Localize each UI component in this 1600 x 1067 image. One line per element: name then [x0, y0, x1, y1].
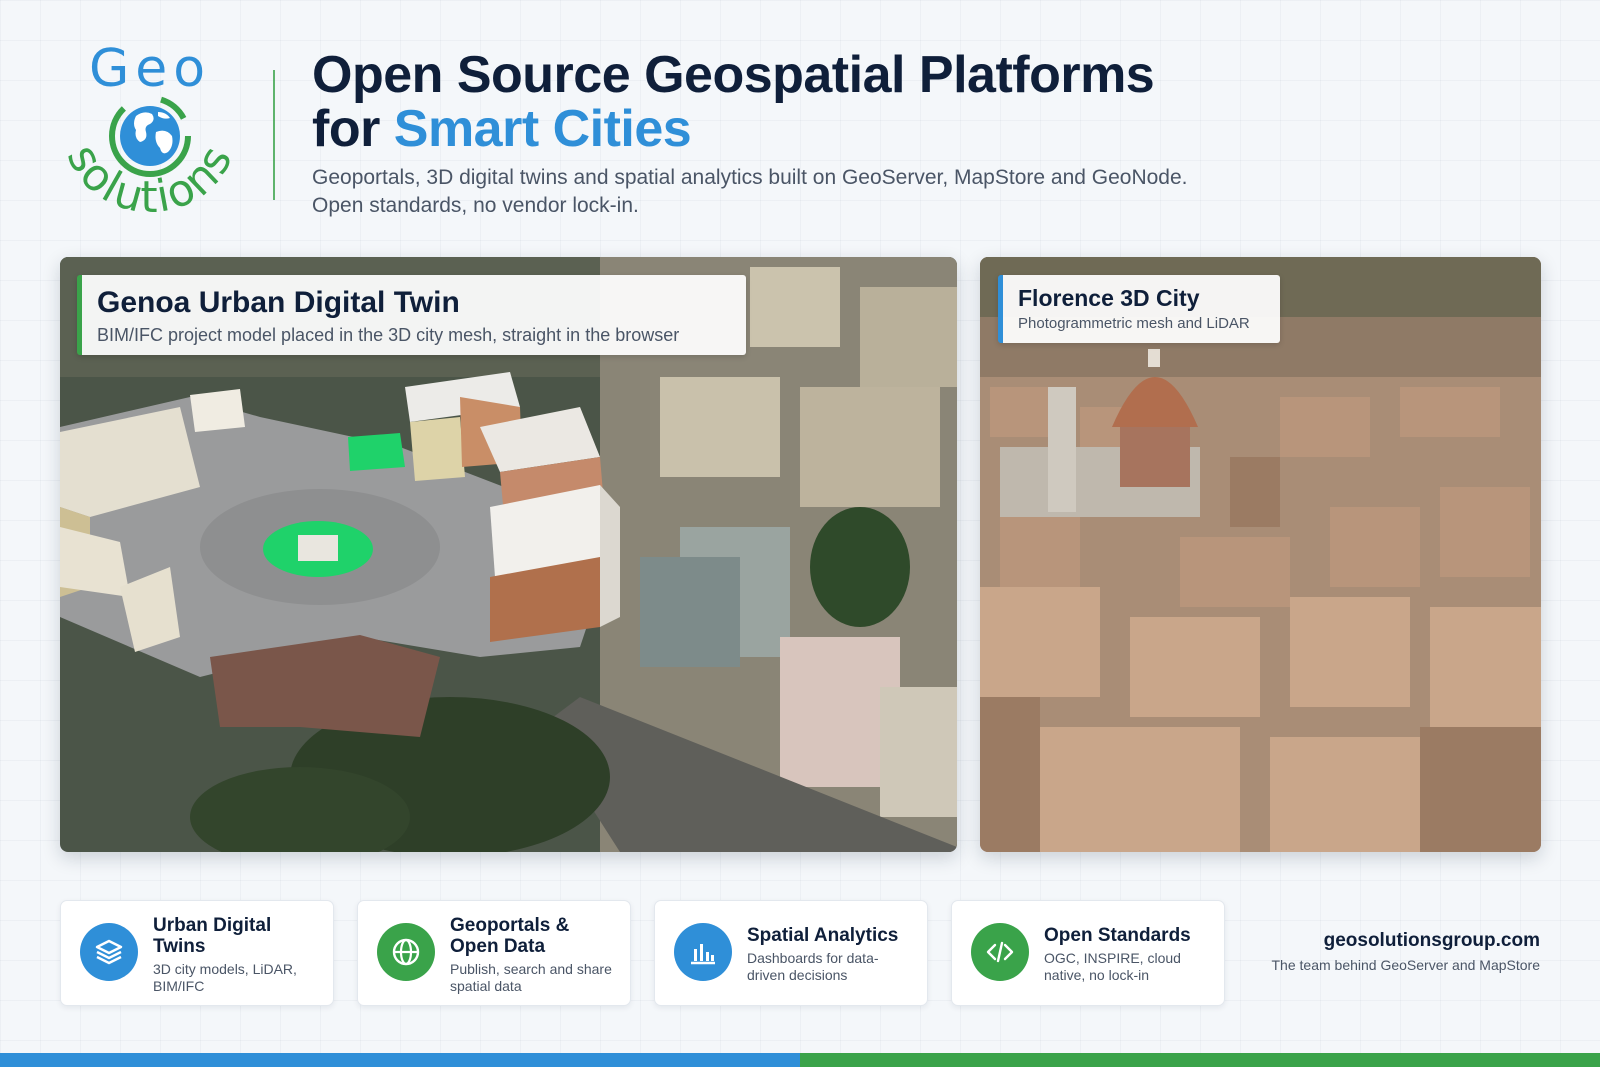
geosolutions-logo: Geo solutions	[52, 39, 248, 230]
page-title: Open Source Geospatial Platforms for Sma…	[312, 46, 1155, 158]
feature-description: 3D city models, LiDAR, BIM/IFC	[153, 961, 297, 994]
genoa-card-title: Genoa Urban Digital Twin	[97, 286, 460, 319]
title-line-2-accent: Smart Cities	[393, 100, 692, 158]
header-divider	[273, 70, 275, 200]
feature-title: Geoportals & Open Data	[450, 915, 570, 957]
genoa-card-label: Genoa Urban Digital Twin BIM/IFC project…	[77, 275, 746, 355]
footer-tagline: The team behind GeoServer and MapStore	[1271, 957, 1541, 973]
bar-chart-icon	[674, 923, 732, 981]
bottom-bar-green	[800, 1053, 1600, 1067]
feature-title: Spatial Analytics	[747, 925, 899, 946]
title-line-1: Open Source Geospatial Platforms	[312, 46, 1155, 104]
florence-card-subtitle: Photogrammetric mesh and LiDAR	[1018, 315, 1250, 332]
feature-geoportals-open-data[interactable]: Geoportals & Open Data Publish, search a…	[357, 900, 631, 1006]
florence-card-title: Florence 3D City	[1018, 285, 1200, 311]
feature-open-standards[interactable]: Open Standards OGC, INSPIRE, cloud nativ…	[951, 900, 1225, 1006]
code-icon	[971, 923, 1029, 981]
subtitle-line-1: Geoportals, 3D digital twins and spatial…	[312, 166, 1188, 189]
florence-3d-scene	[980, 257, 1541, 852]
feature-title: Urban Digital Twins	[153, 915, 272, 957]
feature-description: Publish, search and share spatial data	[450, 961, 612, 994]
florence-3d-city-card[interactable]: Florence 3D City Photogrammetric mesh an…	[980, 257, 1541, 852]
genoa-digital-twin-card[interactable]: Genoa Urban Digital Twin BIM/IFC project…	[60, 257, 957, 852]
feature-urban-digital-twins[interactable]: Urban Digital Twins 3D city models, LiDA…	[60, 900, 334, 1006]
globe-icon	[377, 923, 435, 981]
genoa-card-subtitle: BIM/IFC project model placed in the 3D c…	[97, 325, 680, 345]
feature-spatial-analytics[interactable]: Spatial Analytics Dashboards for data-dr…	[654, 900, 928, 1006]
bottom-bar-blue	[0, 1053, 800, 1067]
feature-title: Open Standards	[1044, 925, 1191, 946]
feature-description: Dashboards for data-driven decisions	[747, 950, 879, 983]
subtitle-line-2: Open standards, no vendor lock-in.	[312, 194, 639, 217]
feature-description: OGC, INSPIRE, cloud native, no lock-in	[1044, 950, 1181, 983]
page-subtitle: Geoportals, 3D digital twins and spatial…	[312, 164, 1188, 220]
footer-website-link[interactable]: geosolutionsgroup.com	[1324, 930, 1540, 952]
title-line-2-prefix: for	[312, 100, 394, 158]
svg-text:Geo: Geo	[89, 40, 211, 99]
florence-card-label: Florence 3D City Photogrammetric mesh an…	[998, 275, 1280, 343]
layers-icon	[80, 923, 138, 981]
